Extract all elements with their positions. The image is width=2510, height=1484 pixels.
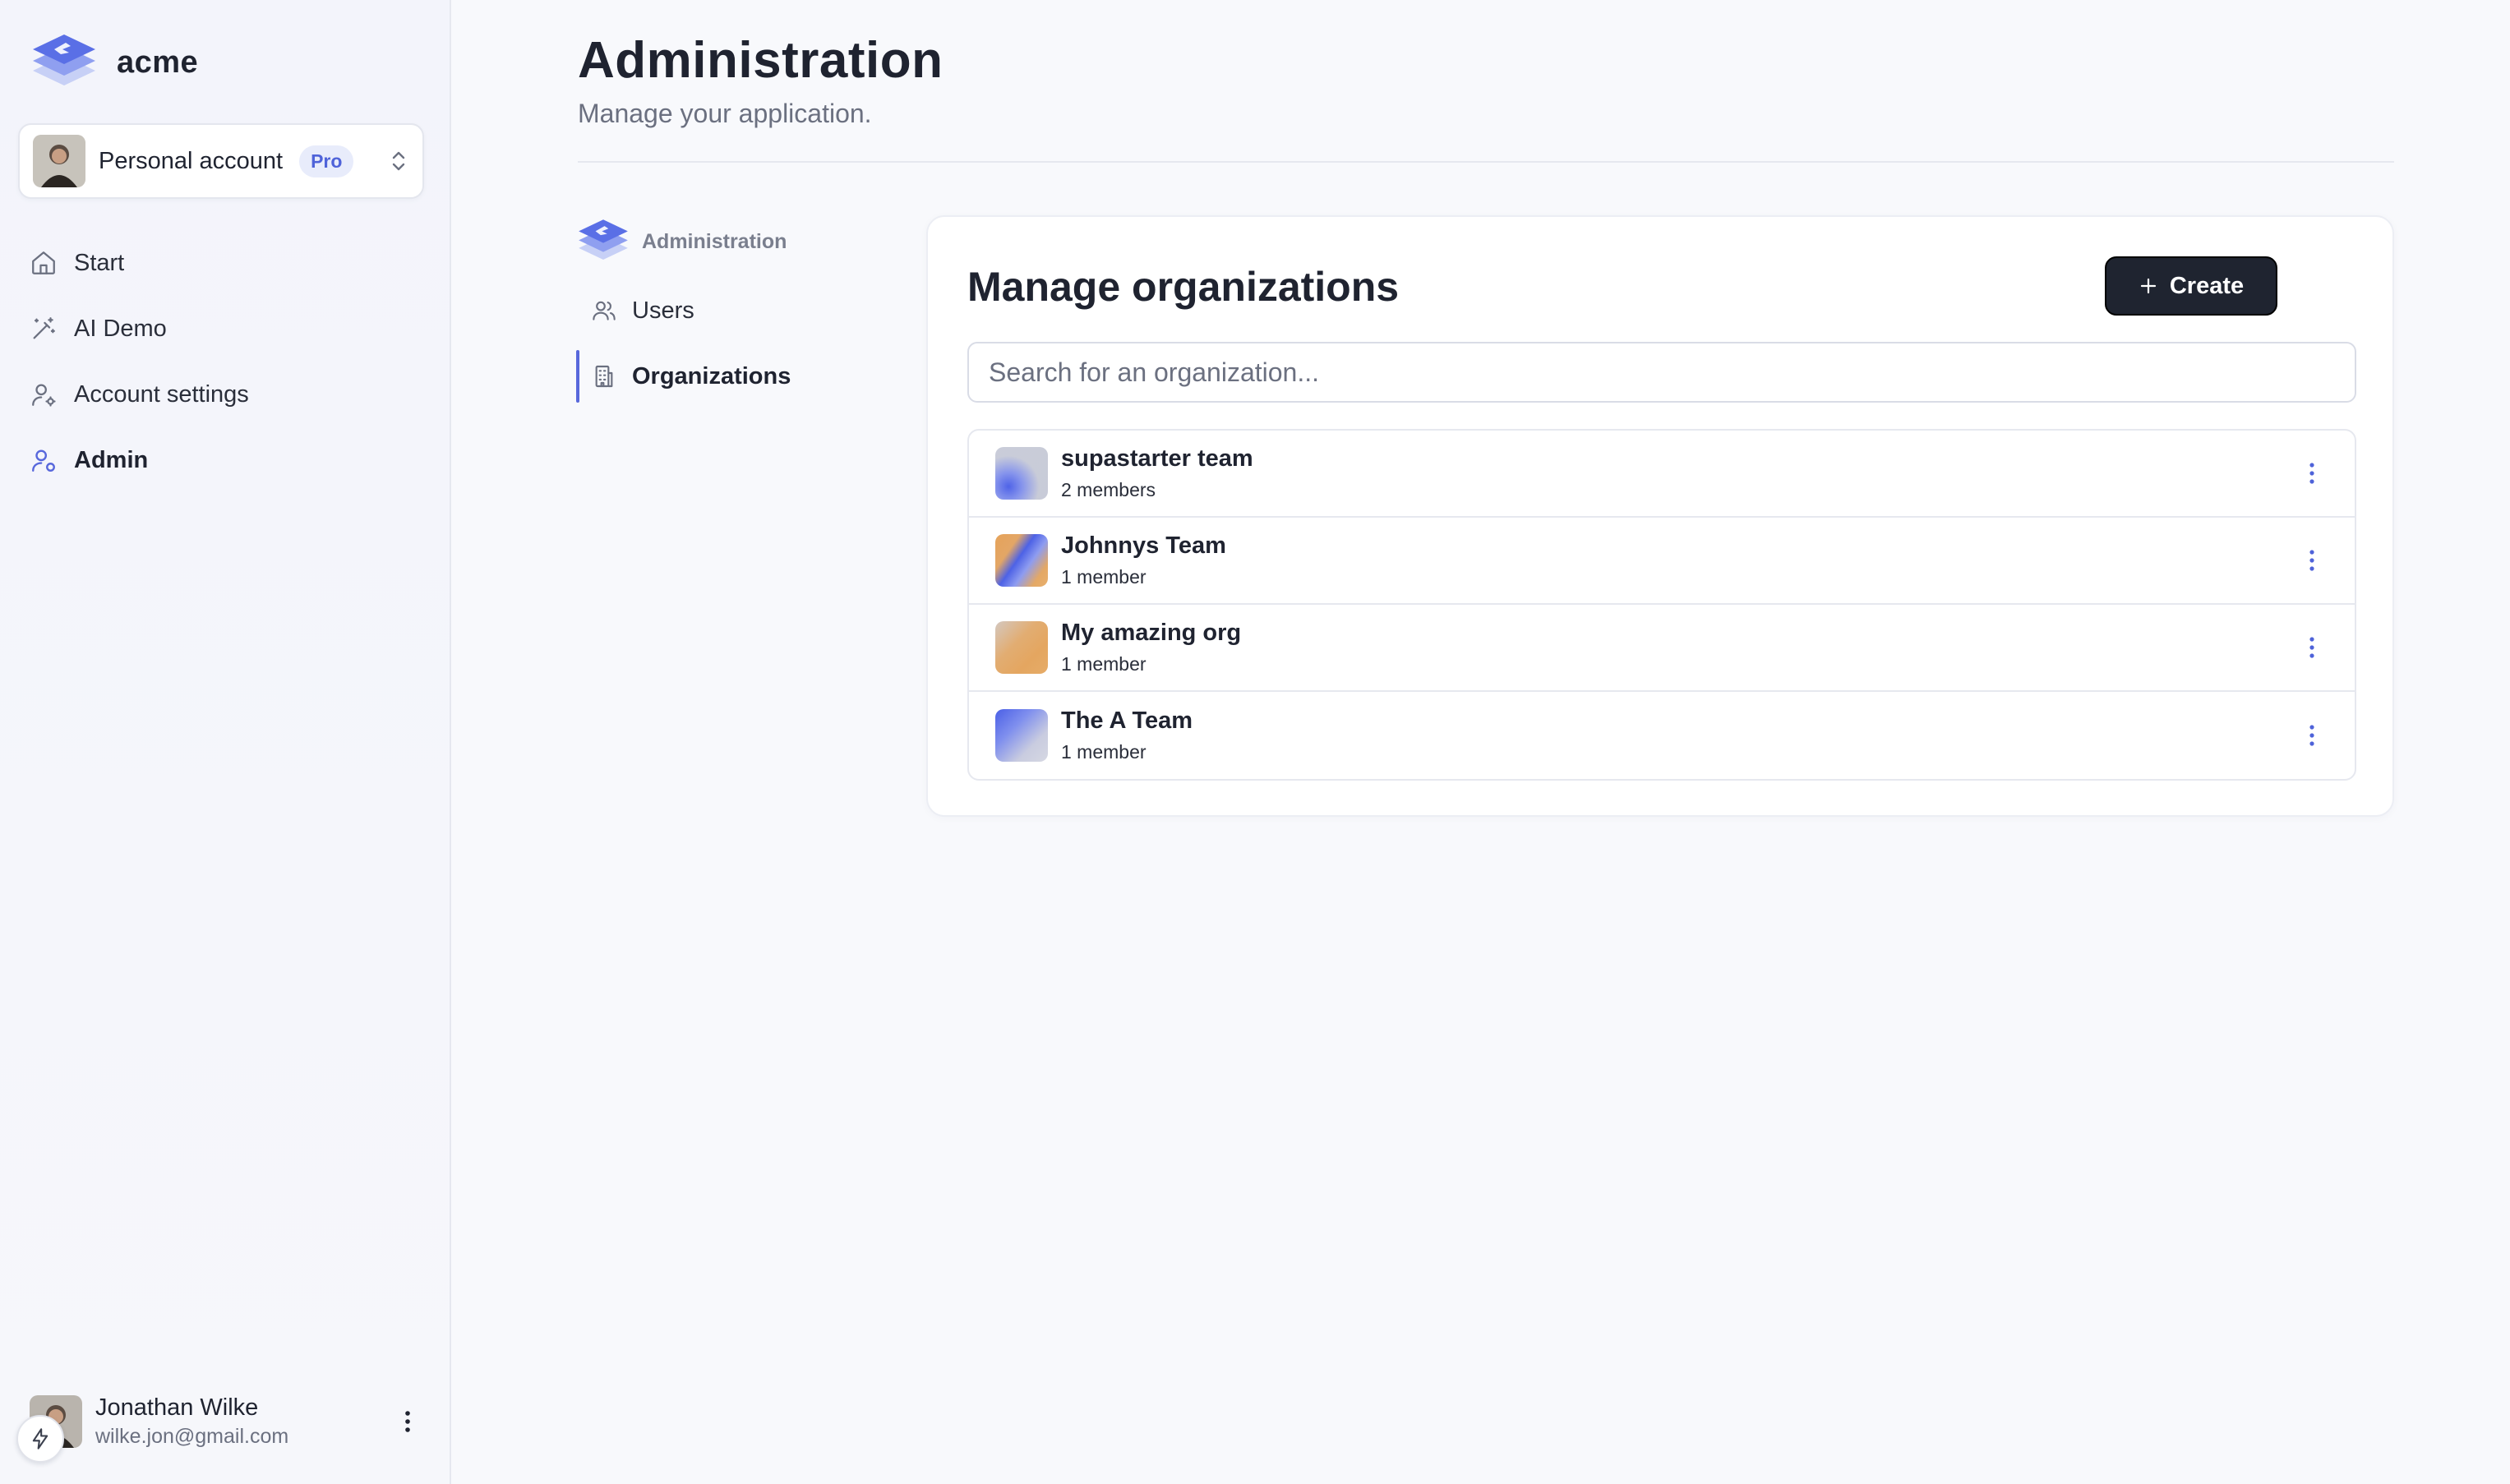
main-nav: Start AI Demo Account settings Admin — [30, 230, 424, 493]
org-menu-button[interactable] — [2295, 719, 2328, 752]
subnav-header: Administration — [576, 215, 872, 268]
header-divider — [578, 161, 2394, 163]
organizations-card: Manage organizations Create supastarter … — [926, 215, 2394, 817]
more-vertical-icon — [2309, 463, 2314, 484]
org-member-count: 1 member — [1061, 741, 1147, 763]
card-title: Manage organizations — [967, 264, 1400, 310]
org-avatar — [995, 709, 1048, 762]
org-avatar — [995, 534, 1048, 587]
subnav-item-label: Organizations — [632, 362, 791, 389]
create-button-label: Create — [2169, 272, 2245, 299]
org-text: My amazing org 1 member — [1061, 620, 1241, 675]
main-content: Administration Manage your application. … — [451, 0, 2510, 1484]
nav-item-admin[interactable]: Admin — [30, 427, 424, 493]
user-email: wilke.jon@gmail.com — [95, 1425, 289, 1448]
brand[interactable]: acme — [30, 31, 198, 94]
org-name: The A Team — [1061, 707, 1193, 734]
nav-item-ai-demo[interactable]: AI Demo — [30, 296, 424, 362]
org-avatar — [995, 621, 1048, 674]
create-organization-button[interactable]: Create — [2105, 256, 2277, 316]
more-vertical-icon — [405, 1411, 410, 1432]
pro-badge: Pro — [299, 145, 354, 177]
nav-item-label: Account settings — [74, 380, 249, 408]
org-member-count: 1 member — [1061, 653, 1147, 675]
organization-row[interactable]: Johnnys Team 1 member — [969, 518, 2355, 605]
subnav-item-organizations[interactable]: Organizations — [576, 350, 872, 403]
org-menu-button[interactable] — [2295, 544, 2328, 577]
organization-row[interactable]: My amazing org 1 member — [969, 605, 2355, 692]
user-card[interactable]: Jonathan Wilke wilke.jon@gmail.com — [30, 1389, 424, 1454]
org-text: The A Team 1 member — [1061, 707, 1193, 763]
user-name: Jonathan Wilke — [95, 1394, 259, 1421]
subnav-item-label: Users — [632, 297, 694, 324]
subnav-header-label: Administration — [642, 229, 787, 253]
user-admin-icon — [32, 449, 55, 472]
org-name: My amazing org — [1061, 620, 1242, 646]
org-name: supastarter team — [1061, 445, 1253, 472]
admin-subnav: Administration Users Organizations — [576, 215, 872, 416]
user-gear-icon — [32, 384, 56, 407]
org-menu-button[interactable] — [2295, 631, 2328, 664]
lightning-icon — [32, 1428, 48, 1449]
account-avatar — [33, 135, 85, 187]
flash-button[interactable] — [16, 1415, 64, 1463]
nav-item-label: AI Demo — [74, 315, 167, 342]
org-menu-button[interactable] — [2295, 457, 2328, 490]
nav-item-account-settings[interactable]: Account settings — [30, 362, 424, 427]
nav-item-label: Admin — [74, 446, 149, 473]
nav-item-start[interactable]: Start — [30, 230, 424, 296]
page-subtitle: Manage your application. — [578, 99, 872, 128]
acme-logo-icon — [579, 219, 628, 260]
page-title: Administration — [578, 32, 944, 89]
organization-search-input[interactable] — [967, 342, 2356, 403]
building-icon — [595, 365, 613, 388]
plus-icon — [2140, 278, 2156, 294]
more-vertical-icon — [2309, 725, 2314, 746]
subnav-item-users[interactable]: Users — [576, 284, 872, 337]
organization-row[interactable]: supastarter team 2 members — [969, 431, 2355, 518]
organization-row[interactable]: The A Team 1 member — [969, 692, 2355, 779]
org-name: Johnnys Team — [1061, 532, 1226, 559]
brand-name: acme — [117, 44, 199, 80]
org-member-count: 2 members — [1061, 479, 1156, 500]
app-root: acme Personal account Pro Start AI Demo … — [0, 0, 2510, 1484]
org-text: supastarter team 2 members — [1061, 445, 1253, 501]
org-member-count: 1 member — [1061, 566, 1147, 588]
nav-item-label: Start — [74, 249, 125, 276]
acme-logo-icon — [33, 35, 95, 85]
account-switcher[interactable]: Personal account Pro — [18, 123, 424, 199]
home-icon — [32, 251, 55, 274]
user-info: Jonathan Wilke wilke.jon@gmail.com — [95, 1394, 288, 1449]
organization-list: supastarter team 2 members Johnnys Team … — [967, 429, 2356, 781]
chevron-up-down-icon — [392, 151, 405, 171]
user-menu-button[interactable] — [391, 1405, 424, 1438]
more-vertical-icon — [2309, 550, 2314, 571]
sidebar: acme Personal account Pro Start AI Demo … — [0, 0, 451, 1484]
account-label: Personal account — [99, 147, 284, 174]
org-text: Johnnys Team 1 member — [1061, 532, 1226, 588]
magic-wand-icon — [33, 317, 55, 339]
more-vertical-icon — [2309, 637, 2314, 658]
org-avatar — [995, 447, 1048, 500]
users-icon — [593, 301, 616, 320]
